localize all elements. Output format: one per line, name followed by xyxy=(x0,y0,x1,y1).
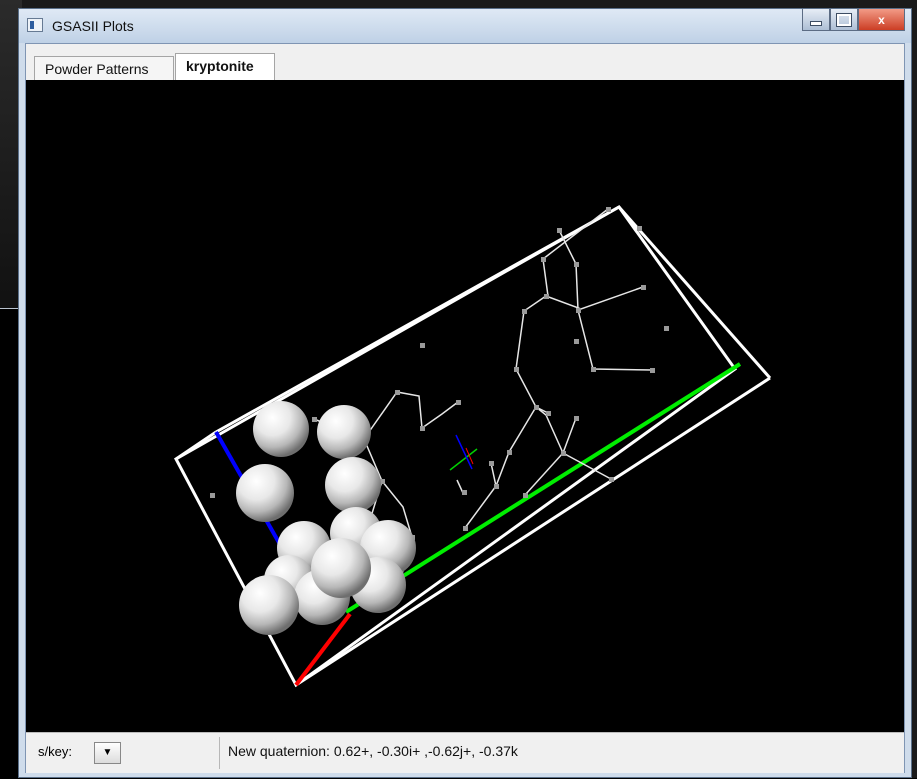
status-message: New quaternion: 0.62+, -0.30i+ ,-0.62j+,… xyxy=(228,743,518,759)
status-bar: s/key: ▼ New quaternion: 0.62+, -0.30i+ … xyxy=(26,732,904,773)
tab-powder-patterns[interactable]: Powder Patterns xyxy=(34,56,174,80)
gsasii-plots-window: GSASII Plots x Powder Patterns kryptonit… xyxy=(18,8,912,778)
unit-cell-right-edge xyxy=(617,206,772,379)
atom-marker xyxy=(312,417,317,422)
atom-sphere xyxy=(239,575,299,635)
mouse-key-label: s/key: xyxy=(38,744,72,759)
b-axis-line xyxy=(344,362,742,614)
atom-marker xyxy=(591,367,596,372)
atom-marker xyxy=(462,490,467,495)
atom-marker xyxy=(523,493,528,498)
bond-chain-7 xyxy=(542,208,609,297)
bond-chain-13 xyxy=(562,417,577,454)
maximize-button[interactable] xyxy=(830,9,858,31)
bond-chain-10 xyxy=(490,462,497,487)
window-titlebar[interactable]: GSASII Plots x xyxy=(19,9,911,43)
crystal-structure-view[interactable] xyxy=(26,80,904,732)
close-button[interactable]: x xyxy=(858,9,905,31)
atom-marker xyxy=(576,308,581,313)
tab-kryptonite[interactable]: kryptonite xyxy=(175,53,275,80)
close-icon: x xyxy=(878,12,885,27)
atom-marker xyxy=(641,285,646,290)
atom-marker xyxy=(534,405,539,410)
window-title: GSASII Plots xyxy=(52,18,134,34)
atom-marker xyxy=(637,226,642,231)
atom-marker xyxy=(395,390,400,395)
maximize-icon xyxy=(836,12,852,27)
structure-plot-area[interactable] xyxy=(26,80,904,732)
atom-marker xyxy=(574,416,579,421)
unit-cell-top-edge xyxy=(215,205,620,434)
window-controls: x xyxy=(802,9,905,33)
atom-sphere xyxy=(253,401,309,457)
bond-chain-2 xyxy=(363,391,459,440)
atom-marker xyxy=(210,493,215,498)
atom-sphere xyxy=(311,538,371,598)
bond-chain-6 xyxy=(464,286,644,529)
atom-marker xyxy=(557,228,562,233)
unit-cell-left-edge xyxy=(175,430,217,461)
status-divider xyxy=(219,737,220,769)
atom-marker xyxy=(606,207,611,212)
orientation-crosshair xyxy=(449,434,478,471)
atom-marker xyxy=(456,400,461,405)
atom-sphere xyxy=(317,405,371,459)
atom-marker xyxy=(463,526,468,531)
atom-marker xyxy=(650,368,655,373)
minimize-button[interactable] xyxy=(802,9,830,31)
atom-marker xyxy=(489,461,494,466)
atom-marker xyxy=(561,451,566,456)
window-content: Powder Patterns kryptonite s/key: ▼ New … xyxy=(25,43,905,773)
atom-marker xyxy=(514,367,519,372)
atom-marker xyxy=(522,309,527,314)
plot-tabs: Powder Patterns kryptonite xyxy=(26,44,904,80)
atom-marker xyxy=(420,343,425,348)
mouse-key-selector[interactable]: s/key: ▼ xyxy=(26,741,213,765)
atom-sphere xyxy=(236,464,294,522)
atom-spheres xyxy=(236,401,416,635)
atom-sphere xyxy=(325,457,381,513)
atom-marker xyxy=(574,339,579,344)
atom-marker xyxy=(544,294,549,299)
atom-marker xyxy=(494,484,499,489)
atom-marker xyxy=(664,326,669,331)
mouse-key-dropdown[interactable]: ▼ xyxy=(94,742,121,764)
atom-marker xyxy=(609,477,614,482)
atom-marker xyxy=(507,450,512,455)
atom-marker xyxy=(546,411,551,416)
minimize-icon xyxy=(810,21,822,26)
atom-marker xyxy=(574,262,579,267)
atom-marker xyxy=(541,257,546,262)
window-icon xyxy=(27,18,43,32)
atom-marker xyxy=(420,426,425,431)
chevron-down-icon: ▼ xyxy=(102,747,113,758)
